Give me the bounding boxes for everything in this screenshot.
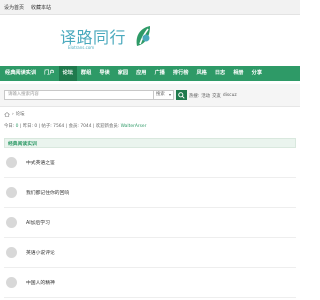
stats-newest-label: 欢迎新会员: [95, 124, 120, 129]
nav-item-share[interactable]: 分享 [248, 66, 266, 81]
stats-newest-member[interactable]: WalterArser [121, 124, 147, 129]
forum-stats: 今日: 0 | 昨日: 0 | 帖子: 7564 | 会员: 7044 | 欢迎… [4, 124, 147, 129]
logo-leaf-icon [136, 26, 150, 46]
forum-icon [6, 157, 17, 168]
forum-icon [6, 187, 17, 198]
forum-title[interactable]: 中式英语之鉴 [26, 159, 55, 166]
section-title[interactable]: 经典阅读实训 [8, 140, 37, 147]
forum-icon [6, 217, 17, 228]
stats-today: 0 [15, 124, 19, 129]
stats-posts-label: 帖子: [41, 124, 52, 129]
nav-item-apps[interactable]: 应用 [132, 66, 150, 81]
search-button[interactable] [176, 90, 187, 100]
forum-row[interactable]: 英语小说评论 [4, 238, 296, 268]
breadcrumb: › 论坛 [4, 110, 25, 118]
stats-posts: 7564 [53, 124, 65, 129]
nav-item-guide[interactable]: 导读 [95, 66, 113, 81]
stats-yesterday-label: 昨日: [22, 124, 34, 129]
search-input[interactable]: 请输入搜索内容 [4, 90, 154, 100]
search-icon [178, 91, 185, 99]
nav-item-classic-reading[interactable]: 经典阅读实训 [0, 66, 40, 81]
breadcrumb-current[interactable]: 论坛 [16, 111, 25, 117]
hot-link-friends[interactable]: 交友 [212, 93, 221, 99]
nav-item-style[interactable]: 风格 [192, 66, 210, 81]
main-nav: 经典阅读实训 门户 论坛 群组 导读 家园 应用 广播 排行榜 风格 日志 相册… [0, 66, 300, 81]
top-bar: 设为首页 收藏本站 [0, 0, 300, 15]
stats-members-label: 会员: [68, 124, 79, 129]
nav-item-broadcast[interactable]: 广播 [150, 66, 168, 81]
breadcrumb-separator: › [12, 111, 14, 117]
forum-row[interactable]: 我们都记住你的回响 [4, 178, 296, 208]
site-logo[interactable]: 译路同行 Elotrans.com [60, 24, 180, 54]
stats-yesterday: 0 [34, 124, 38, 129]
nav-item-portal[interactable]: 门户 [40, 66, 58, 81]
nav-item-ranking[interactable]: 排行榜 [169, 66, 193, 81]
search-type-select[interactable]: 搜索 [154, 90, 174, 100]
forum-icon [6, 247, 17, 258]
hot-label: 热搜: [189, 94, 200, 99]
stats-today-label: 今日: [4, 124, 15, 129]
nav-item-blog[interactable]: 日志 [211, 66, 229, 81]
chevron-down-icon [169, 94, 171, 96]
set-homepage-link[interactable]: 设为首页 [4, 4, 24, 11]
search-type-label: 搜索 [156, 92, 165, 97]
forum-title[interactable]: AI加后学习 [26, 219, 50, 226]
bookmark-link[interactable]: 收藏本站 [31, 4, 51, 11]
home-icon[interactable] [4, 111, 10, 117]
forum-title[interactable]: 中国人的精神 [26, 279, 55, 286]
forum-row[interactable]: AI加后学习 [4, 208, 296, 238]
forum-icon [6, 277, 17, 288]
section-header: 经典阅读实训 [4, 138, 296, 148]
nav-item-forum[interactable]: 论坛 [58, 66, 77, 81]
nav-item-home[interactable]: 家园 [114, 66, 132, 81]
nav-item-album[interactable]: 相册 [229, 66, 247, 81]
nav-item-groups[interactable]: 群组 [77, 66, 95, 81]
forum-row[interactable]: 中国人的精神 [4, 268, 296, 298]
hot-searches: 热搜: 活动 交友 discuz [189, 93, 237, 99]
forum-list: 中式英语之鉴 我们都记住你的回响 AI加后学习 英语小说评论 中国人的精神 [4, 148, 296, 298]
forum-title[interactable]: 我们都记住你的回响 [26, 189, 69, 196]
hot-link-discuz[interactable]: discuz [223, 93, 237, 99]
search-bar: 请输入搜索内容 搜索 热搜: 活动 交友 discuz [0, 84, 300, 107]
forum-title[interactable]: 英语小说评论 [26, 249, 55, 256]
forum-row[interactable]: 中式英语之鉴 [4, 148, 296, 178]
logo-subtitle: Elotrans.com [68, 45, 95, 50]
hot-link-activity[interactable]: 活动 [201, 93, 210, 99]
stats-members: 7044 [80, 124, 92, 129]
